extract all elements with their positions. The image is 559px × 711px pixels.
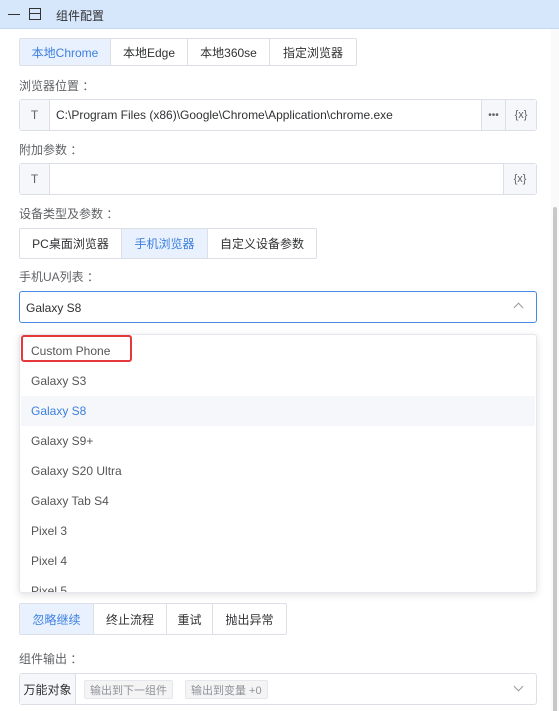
output-type[interactable]: 万能对象	[20, 674, 76, 704]
ua-option-pixel-5[interactable]: Pixel 5	[21, 576, 535, 592]
panel-title: 组件配置	[56, 9, 105, 23]
ua-option-galaxy-s8[interactable]: Galaxy S8	[21, 396, 535, 426]
text-type-badge[interactable]: T	[20, 100, 50, 130]
tab-local-360se[interactable]: 本地360se	[188, 39, 270, 65]
tab-ignore-continue[interactable]: 忽略继续	[20, 604, 94, 634]
layout-icon	[29, 8, 41, 20]
tab-local-chrome[interactable]: 本地Chrome	[20, 39, 111, 65]
extra-params-field: T {x}	[19, 163, 537, 195]
ua-option-galaxy-s9plus[interactable]: Galaxy S9+	[21, 426, 535, 456]
collapse-icon[interactable]	[8, 8, 20, 20]
output-select[interactable]: 万能对象 输出到下一组件 输出到变量 +0	[19, 673, 537, 705]
tab-pc-browser[interactable]: PC桌面浏览器	[20, 229, 122, 258]
ua-option-pixel-3[interactable]: Pixel 3	[21, 516, 535, 546]
scrollbar-track[interactable]	[551, 29, 559, 711]
text-type-badge[interactable]: T	[20, 164, 50, 194]
output-label: 组件输出 ：	[19, 652, 83, 666]
browser-path-label: 浏览器位置 ：	[19, 79, 95, 93]
highlight-box	[21, 335, 132, 362]
tab-mobile-browser[interactable]: 手机浏览器	[122, 229, 208, 258]
tab-retry[interactable]: 重试	[167, 604, 213, 634]
device-type-tabs: PC桌面浏览器 手机浏览器 自定义设备参数	[19, 228, 317, 259]
ua-option-pixel-4[interactable]: Pixel 4	[21, 546, 535, 576]
browser-path-field: T C:\Program Files (x86)\Google\Chrome\A…	[19, 99, 537, 131]
tab-custom-device[interactable]: 自定义设备参数	[208, 229, 316, 258]
ua-option-galaxy-s20-ultra[interactable]: Galaxy S20 Ultra	[21, 456, 535, 486]
extra-params-input[interactable]	[50, 164, 503, 194]
variable-button[interactable]: {x}	[505, 100, 536, 130]
more-button[interactable]: •••	[481, 100, 505, 130]
tab-throw-exception[interactable]: 抛出异常	[213, 604, 286, 634]
ua-dropdown: Custom Phone Galaxy S3 Galaxy S8 Galaxy …	[19, 334, 537, 593]
output-tag-next[interactable]: 输出到下一组件	[84, 680, 173, 699]
ua-list-label: 手机UA列表 ：	[19, 270, 100, 284]
panel-header[interactable]: 组件配置	[0, 0, 559, 29]
scrollbar-thumb[interactable]	[553, 207, 557, 711]
output-tag-variable[interactable]: 输出到变量 +0	[185, 680, 268, 699]
browser-path-input[interactable]: C:\Program Files (x86)\Google\Chrome\App…	[50, 100, 481, 130]
ua-select[interactable]: Galaxy S8	[19, 291, 537, 323]
ua-select-value: Galaxy S8	[26, 301, 82, 315]
tab-terminate-flow[interactable]: 终止流程	[94, 604, 167, 634]
tab-custom-browser[interactable]: 指定浏览器	[270, 39, 356, 65]
browser-type-tabs: 本地Chrome 本地Edge 本地360se 指定浏览器	[19, 38, 357, 66]
variable-button[interactable]: {x}	[503, 164, 536, 194]
chevron-down-icon[interactable]	[513, 681, 524, 692]
tab-local-edge[interactable]: 本地Edge	[111, 39, 188, 65]
device-type-label: 设备类型及参数 ：	[19, 207, 119, 221]
error-handling-tabs: 忽略继续 终止流程 重试 抛出异常	[19, 603, 287, 635]
chevron-up-icon[interactable]	[513, 302, 524, 313]
ua-option-galaxy-tab-s4[interactable]: Galaxy Tab S4	[21, 486, 535, 516]
extra-params-label: 附加参数 ：	[19, 143, 83, 157]
ua-option-galaxy-s3[interactable]: Galaxy S3	[21, 366, 535, 396]
